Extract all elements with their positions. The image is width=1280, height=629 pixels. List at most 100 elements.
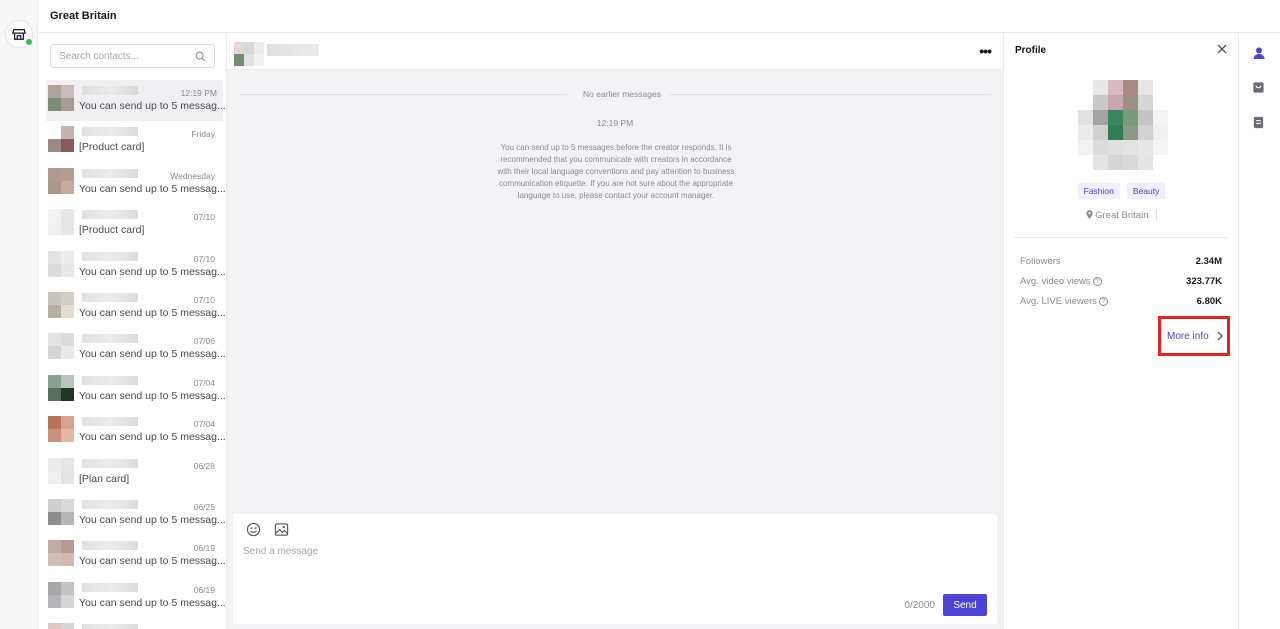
avatar-pixel (1078, 110, 1093, 125)
user-icon[interactable] (1252, 46, 1266, 60)
profile-panel: Profile Fashion Beauty Great Britain Fol… (1003, 33, 1238, 629)
contact-time: 07/04 (193, 377, 215, 388)
profile-avatar (1078, 80, 1168, 170)
avatar-pixel (1138, 95, 1153, 110)
avatar-pixel (1153, 155, 1168, 170)
contact-preview: You can send up to 5 messag... (79, 431, 226, 444)
contact-item[interactable]: 12:19 PM You can send up to 5 messag... (46, 80, 226, 122)
contact-item[interactable]: 07/04 You can send up to 5 messag... (38, 370, 226, 411)
contact-avatar (48, 498, 74, 525)
ellipsis-icon[interactable]: ••• (979, 43, 992, 59)
contact-name-blurred (82, 458, 138, 468)
contact-time: 07/04 (193, 419, 215, 430)
bag-icon[interactable] (1252, 81, 1265, 94)
top-header: Great Britain (38, 0, 1280, 33)
avatar-pixel (1093, 110, 1108, 125)
stat-avg-video-views-value: 323.77K (1186, 276, 1222, 287)
contact-name-blurred (82, 375, 138, 385)
contact-item[interactable]: 07/04 You can send up to 5 messag... (38, 411, 226, 452)
more-info-link[interactable]: More info (1158, 316, 1230, 356)
contact-item[interactable]: Wednesday You can send up to 5 messag... (38, 163, 226, 204)
contact-avatar (48, 416, 74, 443)
avatar-pixel (1123, 80, 1138, 95)
contact-time: 07/10 (193, 294, 215, 305)
avatar-pixel (1123, 125, 1138, 140)
contact-name-blurred (82, 582, 138, 592)
contact-name-blurred (82, 168, 138, 178)
contacts-panel: 12:19 PM You can send up to 5 messag... Fr… (38, 33, 227, 629)
contact-preview: You can send up to 5 messag... (79, 182, 226, 195)
contact-name-blurred (82, 499, 138, 509)
contact-item[interactable]: 07/10 [Product card] (38, 204, 226, 245)
message-timestamp: 12:19 PM (596, 118, 634, 128)
search-input[interactable] (51, 45, 189, 67)
close-icon[interactable] (1216, 43, 1228, 55)
stat-followers: Followers 2.34M (1020, 256, 1222, 267)
contact-avatar (48, 374, 74, 401)
contact-time: 12:19 PM (180, 88, 217, 98)
contact-preview: You can send up to 5 messag... (79, 348, 226, 361)
avatar-pixel (1108, 125, 1123, 140)
avatar-pixel (1138, 110, 1153, 125)
contact-preview: You can send up to 5 messag... (79, 100, 226, 112)
help-icon[interactable]: ? (1098, 296, 1108, 306)
contact-item[interactable]: 06/19 You can send up to 5 messag... (38, 577, 226, 618)
contact-avatar (48, 333, 74, 360)
contact-item[interactable]: 07/10 You can send up to 5 messag... (38, 246, 226, 287)
message-input[interactable]: Send a message (243, 546, 843, 557)
profile-title: Profile (1015, 45, 1047, 56)
avatar-pixel (1153, 140, 1168, 155)
document-icon[interactable] (1252, 116, 1265, 129)
avatar-pixel (1093, 155, 1108, 170)
avatar-pixel (1153, 110, 1168, 125)
avatar-pixel (1138, 125, 1153, 140)
tag-beauty: Beauty (1126, 183, 1166, 199)
chat-avatar (234, 42, 264, 66)
search-icon[interactable] (195, 51, 206, 62)
avatar-pixel (1123, 110, 1138, 125)
contact-name-blurred (82, 210, 138, 220)
contact-avatar (48, 457, 74, 484)
contact-name-blurred (82, 292, 138, 302)
avatar-pixel (1138, 80, 1153, 95)
contact-avatar (48, 291, 74, 318)
shop-button[interactable] (5, 20, 33, 48)
contact-avatar (48, 85, 74, 111)
contact-time: 06/28 (193, 460, 215, 471)
contact-time: 06/25 (193, 501, 215, 512)
image-upload-icon[interactable] (274, 522, 289, 537)
contact-time: 07/10 (193, 212, 215, 223)
chat-contact-name (267, 44, 319, 56)
contact-item[interactable]: 06/19 You can send up to 5 messag... (38, 535, 226, 576)
contact-name-blurred (82, 541, 138, 551)
contact-item[interactable] (38, 618, 226, 629)
contact-preview: You can send up to 5 messag... (79, 555, 226, 568)
contact-item[interactable]: 06/25 You can send up to 5 messag... (38, 494, 226, 535)
contact-item[interactable]: 07/10 You can send up to 5 messag... (38, 287, 226, 328)
contact-name-blurred (82, 86, 138, 95)
avatar-pixel (1078, 125, 1093, 140)
avatar-pixel (1078, 80, 1093, 95)
avatar-pixel (1123, 155, 1138, 170)
location-text: Great Britain (1095, 210, 1149, 221)
contact-item[interactable]: Friday [Product card] (38, 121, 226, 162)
contact-preview: [Plan card] (79, 472, 130, 485)
location-pin-icon (1085, 210, 1093, 219)
avatar-pixel (1078, 95, 1093, 110)
avatar-pixel (1078, 155, 1093, 170)
contact-preview: You can send up to 5 messag... (79, 265, 226, 278)
contact-item[interactable]: 06/28 [Plan card] (38, 453, 226, 494)
avatar-pixel (1093, 95, 1108, 110)
avatar-pixel (1108, 140, 1123, 155)
contact-preview: You can send up to 5 messag... (79, 596, 226, 609)
send-button[interactable]: Send (943, 594, 987, 616)
contact-preview: [Product card] (79, 224, 145, 237)
help-icon[interactable]: ? (1092, 276, 1102, 286)
avatar-pixel (1093, 125, 1108, 140)
contact-time: 07/10 (193, 253, 215, 264)
contact-item[interactable]: 07/06 You can send up to 5 messag... (38, 328, 226, 369)
contact-preview: You can send up to 5 messag... (79, 306, 226, 319)
emoji-icon[interactable] (246, 522, 261, 537)
avatar-pixel (1108, 80, 1123, 95)
left-rail (0, 0, 1003, 629)
